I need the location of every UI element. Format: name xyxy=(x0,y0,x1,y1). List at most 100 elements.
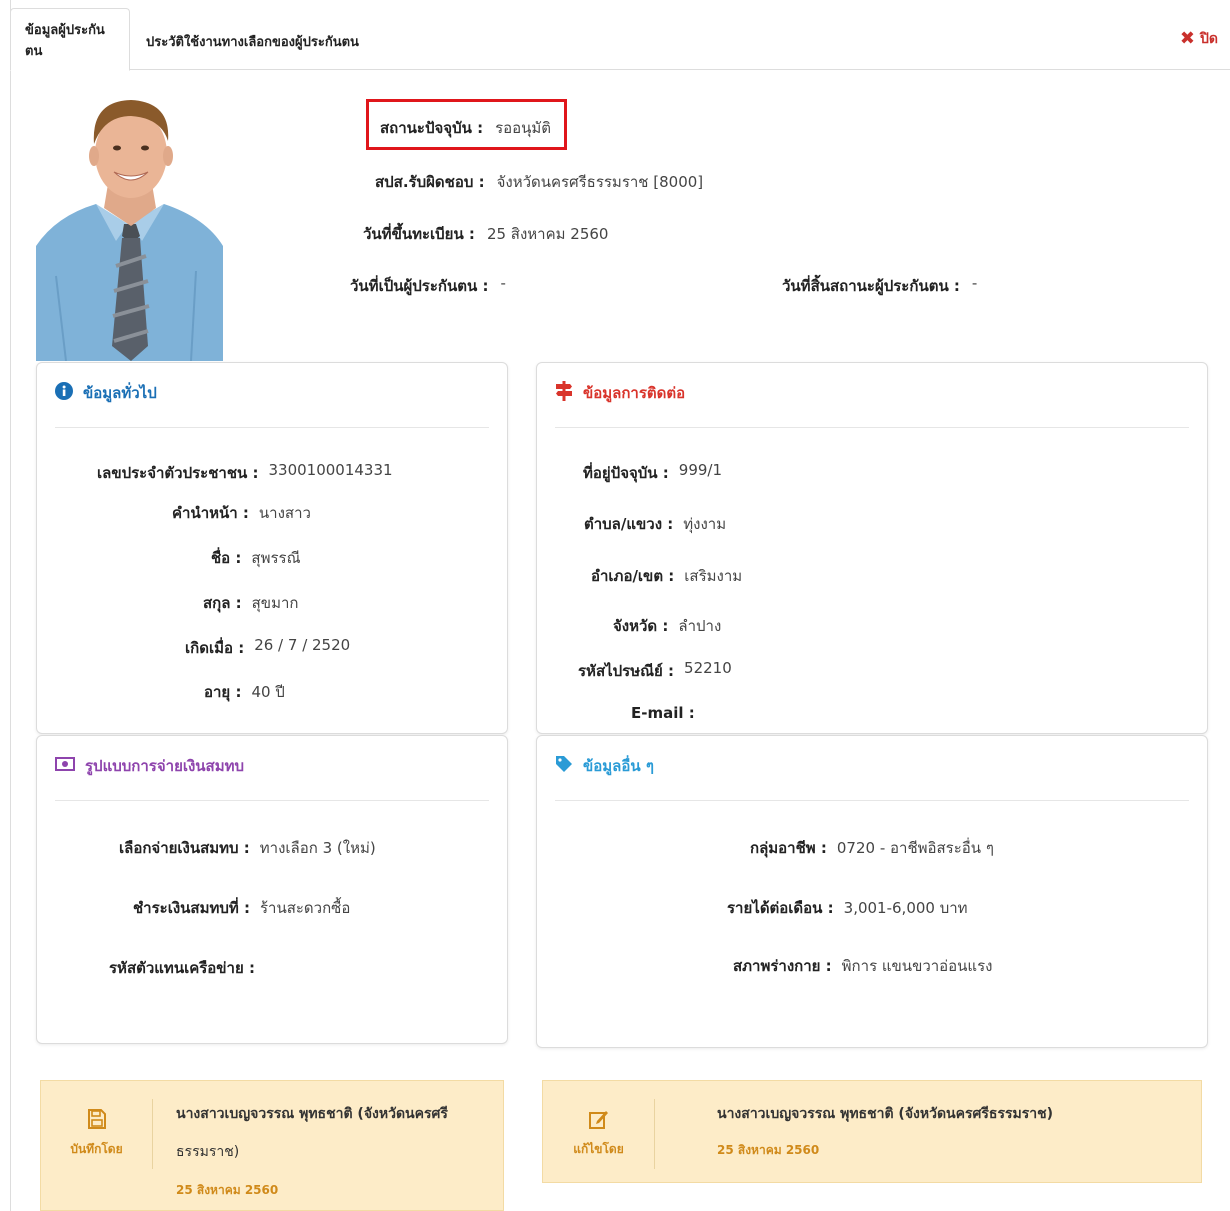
payment-place-row: ชำระเงินสมทบที่ : ร้านสะดวกซื้อ xyxy=(133,896,350,920)
insured-date-value: - xyxy=(500,274,506,292)
insured-photo xyxy=(36,96,223,361)
money-icon xyxy=(55,756,75,776)
field-label: ตำบล/แขวง : xyxy=(584,515,674,533)
close-button[interactable]: ✖ ปิด xyxy=(1180,28,1218,50)
insured-date-row: วันที่เป็นผู้ประกันตน : - xyxy=(350,274,506,298)
tab-label: ประวัติใช้งานทางเลือกของผู้ประกันตน xyxy=(146,34,359,50)
field-value: 3,001-6,000 บาท xyxy=(843,899,968,917)
registration-date-row: วันที่ขึ้นทะเบียน : 25 สิงหาคม 2560 xyxy=(363,222,608,246)
province-row: จังหวัด : ลำปาง xyxy=(613,614,721,638)
address-row: ที่อยู่ปัจจุบัน : 999/1 xyxy=(583,461,722,485)
field-label: อายุ : xyxy=(204,683,242,701)
field-value: นางสาว xyxy=(258,504,311,522)
payment-panel: รูปแบบการจ่ายเงินสมทบ เลือกจ่ายเงินสมทบ … xyxy=(36,735,508,1044)
subdistrict-row: ตำบล/แขวง : ทุ่งงาม xyxy=(584,512,726,536)
field-value: 3300100014331 xyxy=(268,461,393,479)
field-value: ทุ่งงาม xyxy=(683,515,727,533)
status-current-row: สถานะปัจจุบัน : รออนุมัติ xyxy=(380,116,551,140)
divider xyxy=(55,427,489,428)
close-icon: ✖ xyxy=(1179,28,1196,49)
office-row: สปส.รับผิดชอบ : จังหวัดนครศรีธรรมราช [80… xyxy=(375,170,703,194)
other-info-header: ข้อมูลอื่น ๆ xyxy=(555,754,654,778)
edited-by-name: นางสาวเบญจวรรณ พุทธชาติ (จังหวัดนครศรีธร… xyxy=(717,1106,1054,1122)
edit-icon xyxy=(588,1109,609,1132)
field-label: คำนำหน้า : xyxy=(172,504,249,522)
divider xyxy=(555,800,1189,801)
floppy-disk-icon xyxy=(87,1109,106,1132)
field-label: รายได้ต่อเดือน : xyxy=(727,899,834,917)
field-value: 40 ปี xyxy=(251,683,285,701)
end-status-date-row: วันที่สิ้นสถานะผู้ประกันตน : - xyxy=(782,274,977,298)
field-label: ที่อยู่ปัจจุบัน : xyxy=(583,464,669,482)
divider xyxy=(55,800,489,801)
district-row: อำเภอ/เขต : เสริมงาม xyxy=(591,564,742,588)
contact-info-title: ข้อมูลการติดต่อ xyxy=(583,384,686,402)
status-value: รออนุมัติ xyxy=(495,119,552,137)
office-label: สปส.รับผิดชอบ : xyxy=(375,173,485,191)
edited-by-date: 25 สิงหาคม 2560 xyxy=(717,1143,820,1157)
tab-label: ข้อมูลผู้ประกันตน xyxy=(25,22,105,59)
close-label: ปิด xyxy=(1200,31,1218,47)
end-status-date-value: - xyxy=(971,274,978,292)
field-label: เลขประจำตัวประชาชน : xyxy=(97,464,259,482)
field-label: ชื่อ : xyxy=(211,549,242,567)
prefix-row: คำนำหน้า : นางสาว xyxy=(172,501,311,525)
field-value: ลำปาง xyxy=(678,617,722,635)
field-label: เลือกจ่ายเงินสมทบ : xyxy=(119,839,250,857)
monthly-income-row: รายได้ต่อเดือน : 3,001-6,000 บาท xyxy=(727,896,968,920)
status-label: สถานะปัจจุบัน : xyxy=(380,119,484,137)
last-name-row: สกุล : สุขมาก xyxy=(203,591,298,615)
field-label: จังหวัด : xyxy=(613,617,669,635)
field-label: รหัสไปรษณีย์ : xyxy=(578,662,675,680)
email-row: E-mail : xyxy=(631,704,705,722)
saved-by-name-line1: นางสาวเบญจวรรณ พุทธชาติ (จังหวัดนครศรี xyxy=(176,1106,448,1122)
field-label: อำเภอ/เขต : xyxy=(591,567,675,585)
field-value: เสริมงาม xyxy=(684,567,743,585)
physical-condition-row: สภาพร่างกาย : พิการ แขนขวาอ่อนแรง xyxy=(733,954,993,978)
info-circle-icon xyxy=(55,382,73,404)
field-value: 52210 xyxy=(684,659,732,677)
edited-by-label: แก้ไขโดย xyxy=(573,1142,624,1156)
insured-date-label: วันที่เป็นผู้ประกันตน : xyxy=(350,277,489,295)
age-row: อายุ : 40 ปี xyxy=(204,680,285,704)
tab-option-history[interactable]: ประวัติใช้งานทางเลือกของผู้ประกันตน xyxy=(132,12,373,70)
edited-by-icon-column: แก้ไขโดย xyxy=(543,1099,655,1169)
first-name-row: ชื่อ : สุพรรณี xyxy=(211,546,301,570)
tag-icon xyxy=(555,755,573,777)
field-label: กลุ่มอาชีพ : xyxy=(750,839,827,857)
field-value: ร้านสะดวกซื้อ xyxy=(259,899,351,917)
general-info-panel: ข้อมูลทั่วไป เลขประจำตัวประชาชน : 3300100… xyxy=(36,362,508,734)
field-value: 999/1 xyxy=(678,461,723,479)
field-label: สภาพร่างกาย : xyxy=(733,957,832,975)
saved-by-box: บันทึกโดย นางสาวเบญจวรรณ พุทธชาติ (จังหว… xyxy=(40,1080,504,1211)
general-info-header: ข้อมูลทั่วไป xyxy=(55,381,157,405)
signpost-icon xyxy=(555,381,573,405)
field-value: ทางเลือก 3 (ใหม่) xyxy=(259,839,376,857)
general-info-title: ข้อมูลทั่วไป xyxy=(83,384,157,402)
occupation-row: กลุ่มอาชีพ : 0720 - อาชีพอิสระอื่น ๆ xyxy=(750,836,994,860)
network-agent-row: รหัสตัวแทนเครือข่าย : xyxy=(109,956,265,980)
payment-option-row: เลือกจ่ายเงินสมทบ : ทางเลือก 3 (ใหม่) xyxy=(119,836,376,860)
birth-date-row: เกิดเมื่อ : 26 / 7 / 2520 xyxy=(185,636,350,660)
field-value: 0720 - อาชีพอิสระอื่น ๆ xyxy=(836,839,994,857)
other-info-panel: ข้อมูลอื่น ๆ กลุ่มอาชีพ : 0720 - อาชีพอิส… xyxy=(536,735,1208,1048)
edited-by-box: แก้ไขโดย นางสาวเบญจวรรณ พุทธชาติ (จังหวั… xyxy=(542,1080,1202,1183)
payment-title: รูปแบบการจ่ายเงินสมทบ xyxy=(85,757,245,775)
other-info-title: ข้อมูลอื่น ๆ xyxy=(583,757,654,775)
tab-insured-info[interactable]: ข้อมูลผู้ประกันตน xyxy=(10,8,130,71)
registration-date-label: วันที่ขึ้นทะเบียน : xyxy=(363,225,475,243)
payment-header: รูปแบบการจ่ายเงินสมทบ xyxy=(55,754,244,778)
id-number-row: เลขประจำตัวประชาชน : 3300100014331 xyxy=(97,461,393,485)
field-value: สุพรรณี xyxy=(251,549,301,567)
field-label: เกิดเมื่อ : xyxy=(185,639,245,657)
field-label: รหัสตัวแทนเครือข่าย : xyxy=(109,959,255,977)
field-label: E-mail : xyxy=(631,704,695,722)
contact-info-panel: ข้อมูลการติดต่อ ที่อยู่ปัจจุบัน : 999/1 ต… xyxy=(536,362,1208,734)
saved-by-name-line2: ธรรมราช) xyxy=(176,1144,240,1160)
registration-date-value: 25 สิงหาคม 2560 xyxy=(486,225,609,243)
end-status-date-label: วันที่สิ้นสถานะผู้ประกันตน : xyxy=(782,277,960,295)
saved-by-icon-column: บันทึกโดย xyxy=(41,1099,153,1169)
field-value: พิการ แขนขวาอ่อนแรง xyxy=(841,957,993,975)
field-label: สกุล : xyxy=(203,594,242,612)
saved-by-label: บันทึกโดย xyxy=(70,1142,123,1156)
